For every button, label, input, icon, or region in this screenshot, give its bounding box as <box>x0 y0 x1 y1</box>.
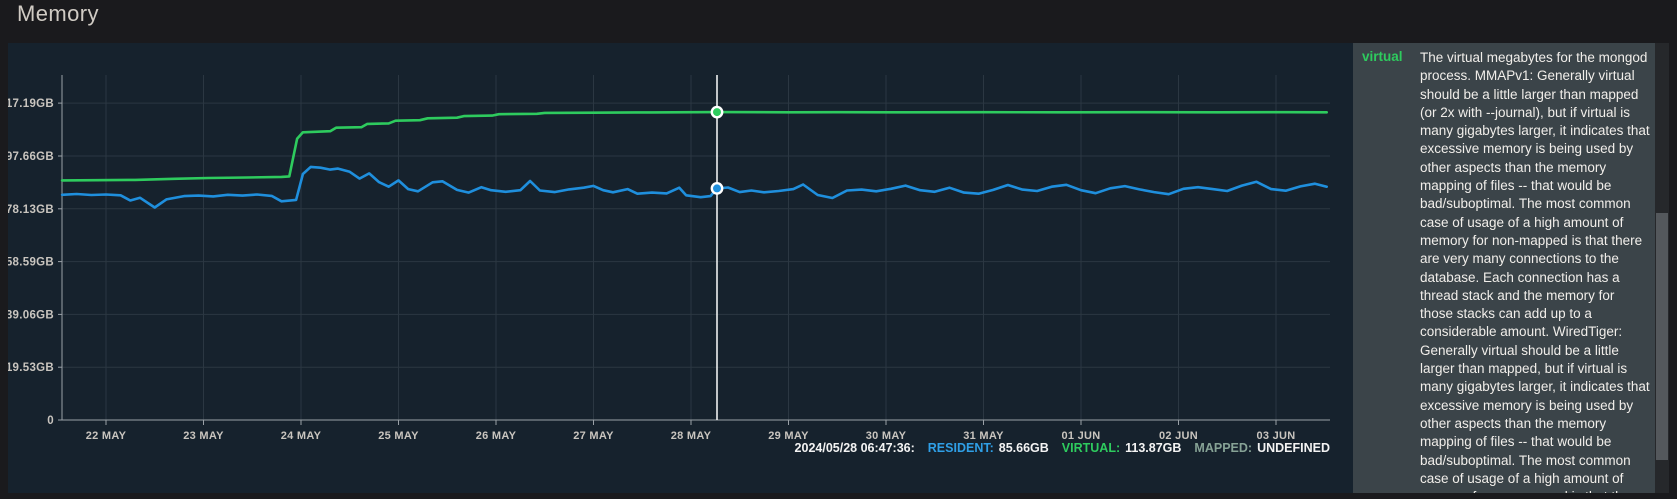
hover-timestamp: 2024/05/28 06:47:36: <box>794 441 915 455</box>
mapped-label: MAPPED: <box>1194 441 1253 455</box>
crosshair-point-resident <box>710 181 724 195</box>
metric-description-panel: virtual The virtual megabytes for the mo… <box>1353 43 1655 493</box>
x-tick-label: 26 MAY <box>476 430 517 442</box>
virtual-label: VIRTUAL: <box>1061 441 1121 455</box>
y-tick-label: 78.13GB <box>8 204 54 216</box>
virtual-line <box>60 110 1328 182</box>
y-tick-label: 39.06GB <box>8 309 54 321</box>
x-tick-label: 28 MAY <box>671 430 712 442</box>
tooltip-scrollbar-track[interactable] <box>1655 43 1669 493</box>
y-tick-label: 19.53GB <box>8 362 54 374</box>
tooltip-scrollbar-thumb[interactable] <box>1656 213 1668 460</box>
y-tick-label: 58.59GB <box>8 257 54 269</box>
x-tick-label: 23 MAY <box>183 430 224 442</box>
virtual-value: 113.87GB <box>1125 441 1182 455</box>
hover-readout: 2024/05/28 06:47:36: RESIDENT: 85.66GB VIRT… <box>795 441 1330 455</box>
resident-value: 85.66GB <box>998 441 1049 455</box>
memory-chart[interactable]: 0 19.53GB 39.06GB 58.59GB 78.13GB 97.66GB 117.… <box>8 43 1353 493</box>
x-tick-label: 25 MAY <box>378 430 419 442</box>
mapped-value: UNDEFINED <box>1257 441 1330 455</box>
x-tick-label: 22 MAY <box>86 430 127 442</box>
x-tick-label: 27 MAY <box>573 430 614 442</box>
metric-description: The virtual megabytes for the mongod pro… <box>1420 50 1650 493</box>
y-tick-label: 97.66GB <box>8 151 54 163</box>
y-tick-label: 117.19GB <box>8 98 54 110</box>
y-tick-label: 0 <box>47 415 54 427</box>
resident-label: RESIDENT: <box>927 441 994 455</box>
x-tick-label: 24 MAY <box>281 430 322 442</box>
metric-term: virtual <box>1362 49 1403 64</box>
crosshair-point-virtual <box>710 105 724 119</box>
page-title: Memory <box>17 1 99 26</box>
memory-chart-panel: 0 19.53GB 39.06GB 58.59GB 78.13GB 97.66GB 117.… <box>8 43 1353 493</box>
resident-line <box>60 165 1328 209</box>
